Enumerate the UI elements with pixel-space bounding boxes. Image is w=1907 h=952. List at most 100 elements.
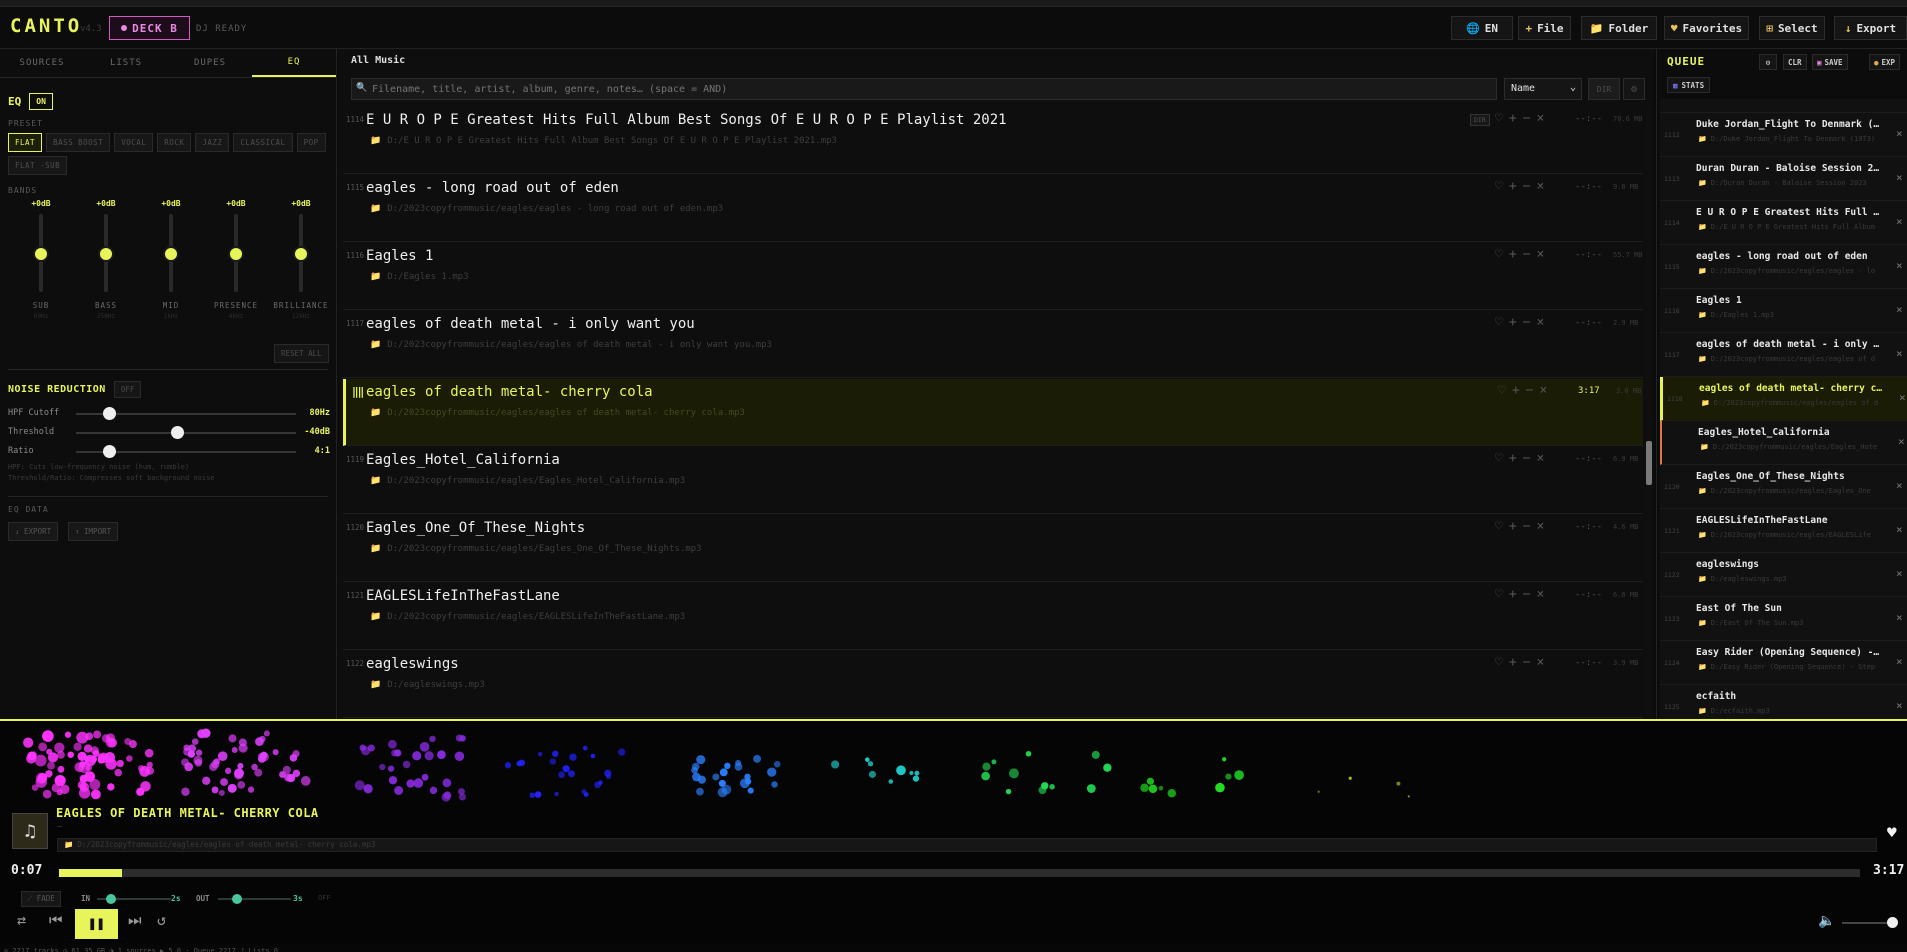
track-row[interactable]: 1115 eagles - long road out of eden 📁 D:/20…	[343, 175, 1643, 242]
band-slider-knob[interactable]	[293, 246, 309, 262]
track-row[interactable]: ‖‖ eagles of death metal- cherry cola 📁 D:/…	[343, 379, 1643, 446]
favorite-heart-icon[interactable]: ♥	[1887, 823, 1897, 842]
band-slider-knob[interactable]	[228, 246, 244, 262]
preset-bass-boost[interactable]: BASS BOOST	[46, 133, 111, 152]
queue-item[interactable]: 1116 Eagles 1 📁 D:/Eagles 1.mp3 ×	[1660, 289, 1907, 333]
fade-button[interactable]: ⟋ FADE	[21, 891, 61, 907]
toolbar-select-button[interactable]: ⊞ Select	[1759, 16, 1825, 40]
plus-icon[interactable]: +	[1509, 519, 1517, 534]
deck-selector-button[interactable]: DECK B	[109, 16, 190, 40]
preset-jazz[interactable]: JAZZ	[195, 133, 230, 152]
queue-item[interactable]: Eagles_Hotel_California 📁 D:/2023copyfromm…	[1660, 421, 1907, 465]
close-icon[interactable]: ×	[1896, 303, 1903, 316]
queue-item[interactable]: 1111D:/27_Sound_Good_(VL)-Jimi_Hendrix_-…	[1660, 99, 1907, 113]
toolbar-favorites-button[interactable]: ♥ Favorites	[1664, 16, 1749, 40]
queue-item[interactable]: 1122 eagleswings 📁 D:/eagleswings.mp3 ×	[1660, 553, 1907, 597]
volume-knob[interactable]	[1887, 917, 1898, 928]
queue-item[interactable]: 1114 E U R O P E Greatest Hits Full Album…	[1660, 201, 1907, 245]
heart-icon[interactable]: ♡	[1495, 451, 1503, 466]
plus-icon[interactable]: +	[1509, 451, 1517, 466]
plus-icon[interactable]: +	[1509, 247, 1517, 262]
close-icon[interactable]: ×	[1896, 479, 1903, 492]
track-row[interactable]: 1114 E U R O P E Greatest Hits Full Album…	[343, 107, 1643, 174]
band-slider-track[interactable]	[293, 214, 309, 292]
queue-save-button[interactable]: ▣ SAVE	[1812, 54, 1848, 70]
queue-item[interactable]: 1117 eagles of death metal - i only want …	[1660, 333, 1907, 377]
queue-item[interactable]: 1115 eagles - long road out of eden 📁 D:/20…	[1660, 245, 1907, 289]
close-icon[interactable]: ×	[1536, 315, 1544, 330]
close-icon[interactable]: ×	[1536, 247, 1544, 262]
close-icon[interactable]: ×	[1536, 179, 1544, 194]
close-icon[interactable]: ×	[1896, 259, 1903, 272]
preset-flat--sub[interactable]: FLAT -SUB	[8, 156, 68, 175]
close-icon[interactable]: ×	[1896, 699, 1903, 712]
reset-all-button[interactable]: RESET ALL	[274, 344, 329, 363]
close-icon[interactable]: ×	[1896, 523, 1903, 536]
close-icon[interactable]: ×	[1539, 383, 1547, 398]
queue-export-button[interactable]: ● EXP	[1869, 54, 1901, 70]
close-icon[interactable]: ×	[1896, 655, 1903, 668]
search-input[interactable]	[351, 78, 1497, 100]
slider-knob[interactable]	[103, 407, 116, 420]
scrollbar-thumb[interactable]	[1646, 441, 1652, 485]
progress-bar[interactable]	[59, 869, 1860, 877]
eq-import-button[interactable]: ↑ IMPORT	[68, 522, 119, 541]
track-row[interactable]: 1116 Eagles 1 📁 D:/Eagles 1.mp3 ♡ + − × --:-- 55.…	[343, 243, 1643, 310]
queue-item[interactable]: 1123 East Of The Sun 📁 D:/East Of The Sun.m…	[1660, 597, 1907, 641]
sort-direction-button[interactable]: DIR	[1588, 78, 1620, 100]
pause-button[interactable]: ❚❚	[75, 909, 118, 939]
queue-clear-button[interactable]: CLR	[1783, 54, 1807, 70]
band-slider-track[interactable]	[163, 214, 179, 292]
queue-item[interactable]: 1121 EAGLESLifeInTheFastLane 📁 D:/2023copyf…	[1660, 509, 1907, 553]
minus-icon[interactable]: −	[1523, 111, 1531, 126]
queue-settings-button[interactable]: ⚙	[1759, 54, 1777, 70]
sort-select[interactable]: Name ⌄	[1504, 78, 1582, 100]
fade-out-track[interactable]	[218, 898, 291, 900]
tab-dupes[interactable]: DUPES	[168, 49, 252, 77]
close-icon[interactable]: ×	[1899, 391, 1906, 404]
close-icon[interactable]: ×	[1536, 451, 1544, 466]
track-row[interactable]: 1119 Eagles_Hotel_California 📁 D:/2023copyf…	[343, 447, 1643, 514]
close-icon[interactable]: ×	[1896, 347, 1903, 360]
plus-icon[interactable]: +	[1512, 383, 1520, 398]
noise-reduction-toggle[interactable]: OFF	[113, 381, 142, 398]
band-slider-track[interactable]	[33, 214, 49, 292]
heart-icon[interactable]: ♡	[1498, 383, 1506, 398]
minus-icon[interactable]: −	[1523, 179, 1531, 194]
minus-icon[interactable]: −	[1523, 587, 1531, 602]
queue-stats-button[interactable]: ▦ STATS	[1667, 77, 1711, 93]
close-icon[interactable]: ×	[1896, 171, 1903, 184]
fade-in-knob[interactable]	[106, 894, 116, 904]
shuffle-icon[interactable]: ⇄	[17, 911, 26, 929]
volume-track[interactable]	[1842, 922, 1892, 924]
queue-item[interactable]: 1113 Duran Duran - Baloise Session 2023 📁 D…	[1660, 157, 1907, 201]
heart-icon[interactable]: ♡	[1495, 247, 1503, 262]
gear-icon[interactable]: ⚙	[1623, 78, 1645, 100]
queue-item[interactable]: 1120 Eagles_One_Of_These_Nights 📁 D:/2023co…	[1660, 465, 1907, 509]
band-slider-track[interactable]	[228, 214, 244, 292]
previous-icon[interactable]: ⏮	[49, 911, 63, 929]
tab-lists[interactable]: LISTS	[84, 49, 168, 77]
minus-icon[interactable]: −	[1523, 519, 1531, 534]
tab-eq[interactable]: EQ	[252, 49, 336, 77]
queue-item[interactable]: 1125 ecfaith 📁 D:/ecfaith.mp3 ×	[1660, 685, 1907, 719]
eq-toggle[interactable]: ON	[29, 93, 53, 110]
next-icon[interactable]: ⏭	[128, 911, 142, 929]
heart-icon[interactable]: ♡	[1495, 655, 1503, 670]
plus-icon[interactable]: +	[1509, 179, 1517, 194]
close-icon[interactable]: ×	[1896, 611, 1903, 624]
library-scrollbar[interactable]	[1646, 107, 1652, 719]
fade-out-knob[interactable]	[232, 894, 242, 904]
track-row[interactable]: 1122 eagleswings 📁 D:/eagleswings.mp3 ♡ + − × --…	[343, 651, 1643, 718]
close-icon[interactable]: ×	[1896, 215, 1903, 228]
queue-item[interactable]: 1118 eagles of death metal- cherry cola 📁 D…	[1660, 377, 1907, 421]
close-icon[interactable]: ×	[1536, 111, 1544, 126]
toolbar-file-button[interactable]: + File	[1518, 16, 1571, 40]
minus-icon[interactable]: −	[1523, 655, 1531, 670]
queue-item[interactable]: 1112 Duke Jordan_Flight To Denmark (1973)…	[1660, 113, 1907, 157]
track-row[interactable]: 1121 EAGLESLifeInTheFastLane 📁 D:/2023copyf…	[343, 583, 1643, 650]
toolbar-folder-button[interactable]: 📁 Folder	[1581, 16, 1657, 40]
breadcrumb[interactable]: All Music	[351, 55, 405, 66]
close-icon[interactable]: ×	[1536, 655, 1544, 670]
plus-icon[interactable]: +	[1509, 587, 1517, 602]
